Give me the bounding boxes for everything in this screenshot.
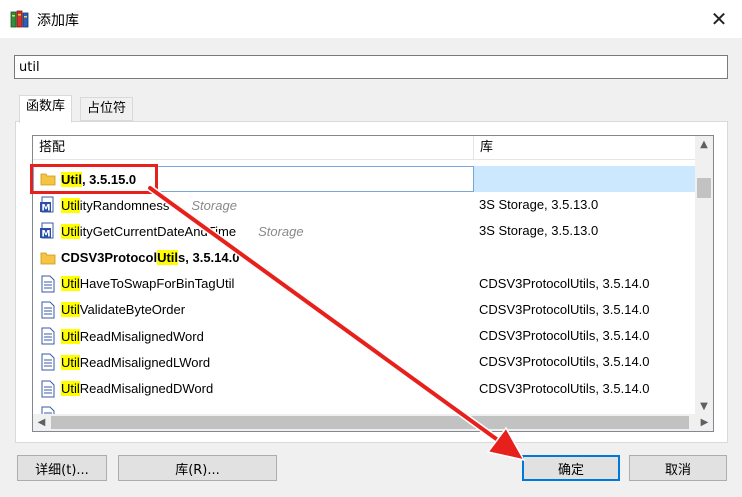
title-bar: 添加库 ✕	[0, 0, 742, 38]
list-item[interactable]: Util, 3.5.15.0	[33, 166, 695, 193]
item-name-suffix: ReadMisalignedWord	[79, 328, 204, 344]
match-highlight: Util	[61, 354, 80, 370]
match-cell: M UtilityGetCurrentDateAndTime Storage	[39, 218, 304, 244]
list-item[interactable]: CDSV3ProtocolUtils, 3.5.14.0	[33, 245, 695, 271]
item-name-suffix: s, 3.5.14.0	[178, 250, 240, 266]
item-name: UtilHaveToSwapForBinTagUtil	[61, 276, 235, 292]
match-highlight: Util	[61, 381, 80, 396]
match-cell: UtilReadMisalignedWord	[39, 323, 226, 349]
library-cell: 3S Storage, 3.5.13.0	[479, 197, 599, 213]
vertical-scrollbar[interactable]: ▲ ▼	[695, 136, 713, 416]
scroll-left-icon[interactable]: ◀	[33, 414, 50, 431]
match-highlight: Util	[61, 328, 80, 344]
document-icon	[39, 275, 57, 293]
match-cell: UtilReadMisalignedLWord	[39, 349, 232, 375]
books-icon	[10, 9, 30, 29]
match-highlight: Util	[61, 302, 80, 318]
item-name-suffix: HaveToSwapForBinTagUtil	[79, 276, 235, 292]
list-header: 搭配 库	[33, 136, 695, 160]
search-input[interactable]	[14, 55, 728, 79]
item-name: UtilReadMisalignedLWord	[61, 354, 211, 370]
library-cell: CDSV3ProtocolUtils, 3.5.14.0	[479, 380, 650, 396]
svg-text:M: M	[42, 230, 51, 240]
scroll-right-icon[interactable]: ▶	[696, 414, 713, 431]
match-highlight: Util	[61, 223, 80, 239]
item-name-suffix: ityGetCurrentDateAndTime	[79, 223, 237, 239]
library-button-label: 库(R)...	[175, 462, 220, 478]
item-name: CDSV3ProtocolUtils, 3.5.14.0	[61, 250, 240, 266]
folder-icon	[39, 249, 57, 267]
match-cell: UtilValidateByteOrder	[39, 297, 207, 323]
close-button[interactable]: ✕	[696, 0, 742, 38]
match-cell: M UtilityRandomness Storage	[39, 192, 237, 218]
library-cell: 3S Storage, 3.5.13.0	[479, 223, 599, 239]
vertical-scroll-thumb[interactable]	[697, 178, 711, 198]
window-title: 添加库	[37, 13, 79, 29]
library-cell: CDSV3ProtocolUtils, 3.5.14.0	[479, 328, 650, 344]
item-name-suffix: ReadMisalignedDWord	[79, 381, 214, 396]
list-item[interactable]: UtilReadMisalignedLWord CDSV3ProtocolUtil…	[33, 349, 695, 375]
item-name: UtilReadMisalignedDWord	[61, 381, 213, 396]
match-highlight: Util	[61, 197, 80, 213]
column-header-match[interactable]: 搭配	[33, 136, 65, 160]
cancel-button[interactable]: 取消	[629, 455, 727, 481]
tab-panel: 搭配 库 Util, 3.5.15.0 M UtilityRandomness Sto…	[15, 121, 728, 443]
column-header-library[interactable]: 库	[474, 136, 493, 160]
folder-icon	[39, 170, 57, 188]
tab-placeholders[interactable]: 占位符	[80, 97, 134, 121]
library-list[interactable]: 搭配 库 Util, 3.5.15.0 M UtilityRandomness Sto…	[32, 135, 714, 432]
item-name: UtilValidateByteOrder	[61, 302, 186, 318]
match-cell: Util, 3.5.15.0	[39, 166, 158, 192]
svg-text:M: M	[42, 204, 51, 214]
item-name: UtilReadMisalignedWord	[61, 328, 204, 344]
item-name-suffix: ReadMisalignedLWord	[79, 354, 211, 370]
list-item[interactable]: M UtilityGetCurrentDateAndTime Storage 3S S…	[33, 218, 695, 244]
horizontal-scroll-thumb[interactable]	[51, 416, 689, 429]
ok-button[interactable]: 确定	[522, 455, 620, 481]
item-hint: Storage	[258, 223, 304, 239]
item-name-prefix: CDSV3Protocol	[61, 250, 158, 266]
item-name: UtilityRandomness	[61, 197, 170, 213]
library-cell: CDSV3ProtocolUtils, 3.5.14.0	[479, 275, 650, 291]
document-icon	[39, 301, 57, 319]
tab-label: 占位符	[87, 101, 127, 116]
item-hint: Storage	[191, 197, 237, 213]
item-name-suffix: ityRandomness	[79, 197, 170, 213]
cancel-button-label: 取消	[664, 462, 691, 478]
list-item[interactable]: M UtilityRandomness Storage 3S Storage, 3.5…	[33, 192, 695, 218]
horizontal-scrollbar[interactable]: ◀ ▶	[33, 414, 713, 431]
document-icon	[39, 380, 57, 398]
item-name-suffix: ValidateByteOrder	[79, 302, 186, 318]
close-icon: ✕	[710, 7, 728, 31]
match-highlight: Util	[61, 276, 80, 292]
list-rows: Util, 3.5.15.0 M UtilityRandomness Storage 3…	[33, 166, 695, 428]
list-item[interactable]: UtilReadMisalignedWord CDSV3ProtocolUtils…	[33, 323, 695, 349]
match-highlight: Util	[61, 171, 82, 187]
method-icon: M	[39, 222, 57, 240]
item-name-suffix: , 3.5.15.0	[81, 171, 137, 187]
details-button[interactable]: 详细(t)...	[17, 455, 107, 481]
library-cell: CDSV3ProtocolUtils, 3.5.14.0	[479, 301, 650, 317]
match-cell: UtilHaveToSwapForBinTagUtil	[39, 271, 256, 297]
list-item[interactable]: UtilReadMisalignedDWord CDSV3ProtocolUtil…	[33, 376, 695, 402]
tab-function-libraries[interactable]: 函数库	[19, 95, 73, 123]
list-item[interactable]: UtilHaveToSwapForBinTagUtil CDSV3Protocol…	[33, 271, 695, 297]
match-highlight: Util	[157, 250, 179, 266]
document-icon	[39, 353, 57, 371]
match-cell: CDSV3ProtocolUtils, 3.5.14.0	[39, 245, 261, 271]
list-item[interactable]: UtilValidateByteOrder CDSV3ProtocolUtils,…	[33, 297, 695, 323]
method-icon: M	[39, 196, 57, 214]
tab-label: 函数库	[26, 99, 66, 114]
item-name: Util, 3.5.15.0	[61, 171, 137, 187]
match-cell: UtilReadMisalignedDWord	[39, 376, 235, 402]
library-button[interactable]: 库(R)...	[118, 455, 277, 481]
item-name: UtilityGetCurrentDateAndTime	[61, 223, 237, 239]
ok-button-label: 确定	[557, 462, 584, 478]
document-icon	[39, 327, 57, 345]
details-button-label: 详细(t)...	[35, 462, 89, 478]
scroll-up-icon[interactable]: ▲	[695, 136, 713, 154]
library-cell: CDSV3ProtocolUtils, 3.5.14.0	[479, 354, 650, 370]
